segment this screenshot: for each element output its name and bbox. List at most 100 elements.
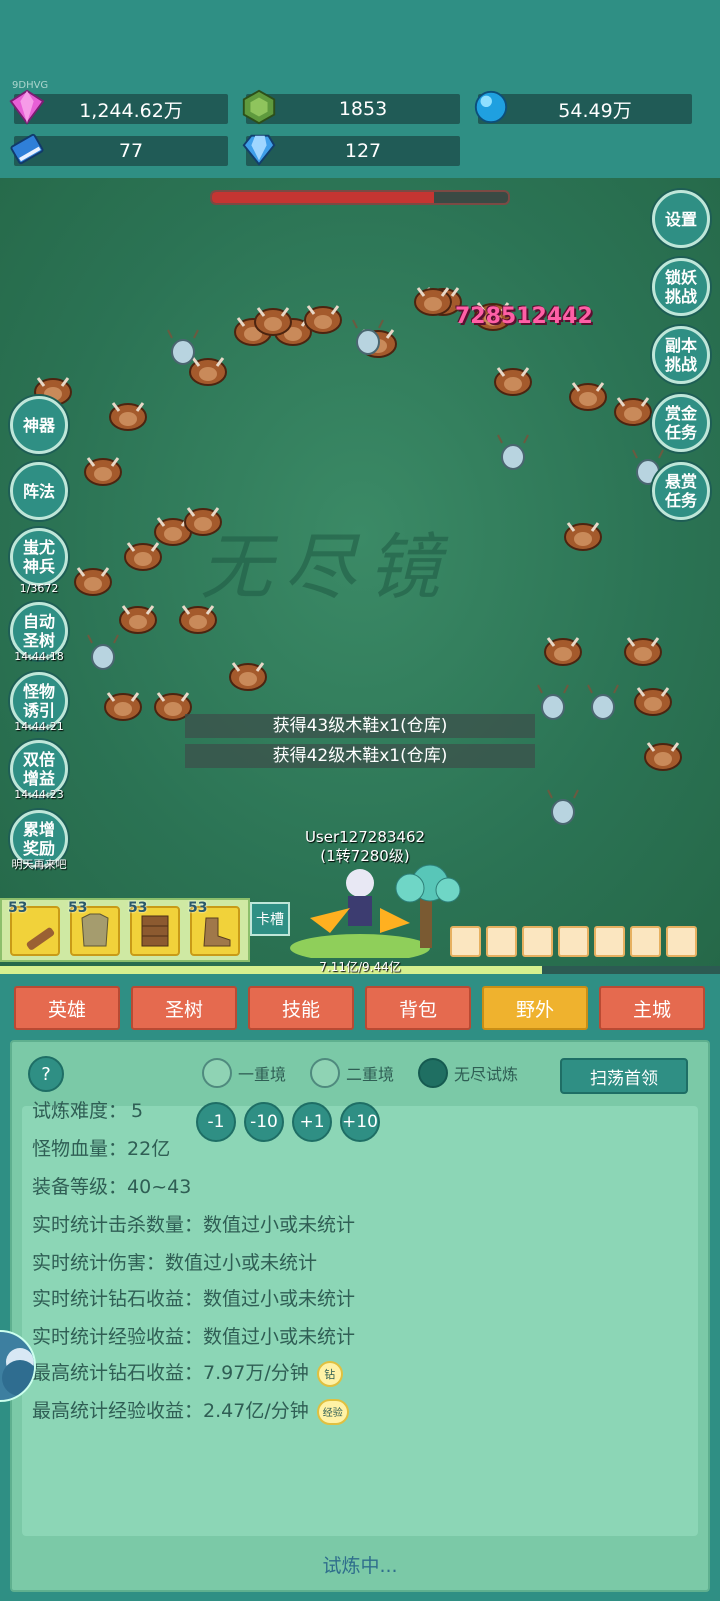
kills-value: 数值过小或未统计: [203, 1214, 356, 1236]
bounty-task-button[interactable]: 赏金 任务: [652, 394, 710, 452]
skill-icon[interactable]: [486, 926, 517, 957]
exp-rate-row: 实时统计经验收益：数值过小或未统计: [32, 1322, 355, 1349]
equip-slot-shield[interactable]: 53: [128, 900, 180, 956]
tab-skills[interactable]: 技能: [248, 986, 354, 1030]
equip-level: 53: [68, 900, 88, 916]
diamond-counter: 1,244.62万: [9, 89, 228, 125]
monster-lure-timer: 14:44:21: [14, 720, 64, 733]
tab-sacred-tree[interactable]: 圣树: [131, 986, 237, 1030]
radio-dot: [310, 1058, 340, 1088]
auto-tree-timer: 14:44:18: [14, 650, 64, 663]
kills-row: 实时统计击杀数量：数值过小或未统计: [32, 1210, 355, 1237]
max-exp-row: 最高统计经验收益：2.47亿/分钟 经验: [32, 1396, 349, 1425]
monster-sprite: [544, 637, 582, 666]
exp-rate-label: 实时统计经验收益：: [32, 1326, 204, 1348]
tab-main-city[interactable]: 主城: [599, 986, 705, 1030]
stats-box: [22, 1106, 698, 1536]
equip-slot-armor[interactable]: 53: [68, 900, 120, 956]
gear-value: 40~43: [127, 1176, 192, 1198]
max-diamond-value: 7.97万/分钟: [203, 1362, 309, 1384]
battlefield[interactable]: 无尽镜 728512442 获得43级木鞋x1(仓库) 获得42级木鞋x1(仓库…: [0, 178, 720, 974]
formation-label: 阵法: [22, 481, 55, 501]
gear-label: 装备等级：: [32, 1176, 128, 1198]
diamond-rate-row: 实时统计钻石收益：数值过小或未统计: [32, 1284, 355, 1311]
formation-button[interactable]: 阵法: [10, 462, 68, 520]
skill-icon[interactable]: [558, 926, 589, 957]
equip-slot-boots[interactable]: 53: [188, 900, 240, 956]
demon-lock-challenge-button[interactable]: 锁妖 挑战: [652, 258, 710, 316]
difficulty-minus-1-button[interactable]: -1: [196, 1102, 236, 1142]
crystal-counter: 127: [242, 134, 460, 166]
card-slot-button[interactable]: 卡槽: [250, 902, 290, 936]
damage-label: 实时统计伤害：: [32, 1252, 166, 1274]
artifact-label: 神器: [22, 415, 55, 435]
difficulty-row: 试炼难度： 5: [32, 1096, 143, 1123]
auto-tree-label: 自动 圣树: [22, 612, 55, 650]
skill-icon[interactable]: [630, 926, 661, 957]
diamond-rate-value: 数值过小或未统计: [203, 1288, 356, 1310]
difficulty-plus-10-button[interactable]: +10: [340, 1102, 380, 1142]
equipment-bar: 53 53 53 53: [0, 898, 250, 962]
damage-row: 实时统计伤害：数值过小或未统计: [32, 1248, 317, 1275]
mode-radio-tier2[interactable]: 二重境: [310, 1058, 394, 1088]
monster-sprite: [84, 457, 122, 486]
main-tabs: 英雄 圣树 技能 背包 野外 主城: [0, 974, 720, 1036]
mode-radio-endless[interactable]: 无尽试炼: [418, 1058, 518, 1088]
boss-hp-bar: [210, 190, 510, 205]
difficulty-label: 试炼难度：: [32, 1100, 128, 1122]
settings-button[interactable]: 设置: [652, 190, 710, 248]
exp-text: 7.11亿/9.44亿: [319, 960, 401, 974]
ghost-sprite: [497, 434, 529, 470]
diamond-value: 1,244.62万: [79, 99, 183, 122]
loot-message-2: 获得42级木鞋x1(仓库): [185, 744, 535, 768]
emerald-value: 1853: [338, 98, 388, 120]
skill-icon[interactable]: [522, 926, 553, 957]
damage-value: 数值过小或未统计: [165, 1252, 318, 1274]
exp-fill: [0, 966, 543, 974]
reward-task-button[interactable]: 悬赏 任务: [652, 462, 710, 520]
tab-hero[interactable]: 英雄: [14, 986, 120, 1030]
tab-wild[interactable]: 野外: [482, 986, 588, 1030]
difficulty-minus-10-button[interactable]: -10: [244, 1102, 284, 1142]
monster-sprite: [184, 507, 222, 536]
ghost-sprite: [587, 684, 619, 720]
dungeon-label: 副本 挑战: [664, 336, 697, 374]
monster-sprite: [104, 692, 142, 721]
diamond-rate-label: 实时统计钻石收益：: [32, 1288, 204, 1310]
gear-level-row: 装备等级：40~43: [32, 1172, 191, 1199]
skill-icon[interactable]: [666, 926, 697, 957]
skill-icon[interactable]: [450, 926, 481, 957]
book-value: 77: [118, 140, 144, 162]
exp-rate-value: 数值过小或未统计: [203, 1326, 356, 1348]
demon-lock-label: 锁妖 挑战: [664, 268, 697, 306]
boss-hp-fill: [212, 192, 434, 203]
chiyou-label: 蚩尤 神兵: [22, 538, 55, 576]
chiyou-weapon-button[interactable]: 蚩尤 神兵: [10, 528, 68, 586]
diamond-icon: [9, 89, 45, 125]
mode-label: 二重境: [346, 1065, 395, 1084]
ghost-sprite: [547, 789, 579, 825]
mode-radio-tier1[interactable]: 一重境: [202, 1058, 286, 1088]
equip-slot-weapon[interactable]: 53: [8, 900, 60, 956]
monster-sprite: [109, 402, 147, 431]
monster-sprite: [179, 605, 217, 634]
sweep-boss-button[interactable]: 扫荡首领: [560, 1058, 688, 1094]
equip-level: 53: [128, 900, 148, 916]
monster-sprite: [614, 397, 652, 426]
hp-value: 22亿: [127, 1138, 171, 1160]
help-button[interactable]: ?: [28, 1056, 64, 1092]
dungeon-challenge-button[interactable]: 副本 挑战: [652, 326, 710, 384]
blue-orb-icon: [474, 90, 508, 124]
monster-sprite: [254, 307, 292, 336]
mode-label: 无尽试炼: [454, 1065, 519, 1084]
difficulty-plus-1-button[interactable]: +1: [292, 1102, 332, 1142]
chiyou-counter: 1/3672: [19, 582, 59, 595]
skill-icon[interactable]: [594, 926, 625, 957]
emerald-icon: [242, 89, 276, 125]
hp-label: 怪物血量：: [32, 1138, 128, 1160]
artifact-button[interactable]: 神器: [10, 396, 68, 454]
ghost-sprite: [167, 329, 199, 365]
radio-dot: [418, 1058, 448, 1088]
tab-backpack[interactable]: 背包: [365, 986, 471, 1030]
blue-crystal-icon: [242, 134, 276, 166]
